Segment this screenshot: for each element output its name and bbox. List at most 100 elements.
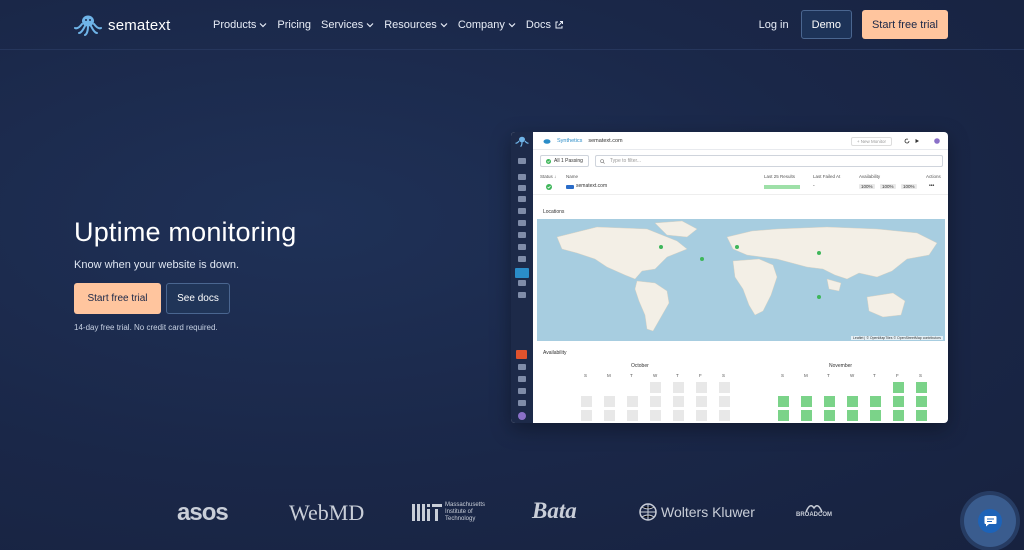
- monitor-name[interactable]: sematext.com: [576, 183, 607, 189]
- filter-input[interactable]: Type to filter...: [594, 155, 943, 167]
- world-map: [556, 220, 938, 332]
- play-icon[interactable]: [914, 138, 920, 144]
- location-marker: [735, 245, 739, 249]
- cloud-icon: [543, 138, 551, 144]
- help-icon[interactable]: [934, 138, 940, 144]
- calendar-day-cell[interactable]: [893, 410, 904, 421]
- calendar-day-cell[interactable]: [870, 396, 881, 407]
- mit-name: Massachusetts Institute of Technology: [445, 502, 486, 522]
- calendar-day-cell[interactable]: [916, 382, 927, 393]
- calendar-day-cell[interactable]: [581, 410, 592, 421]
- new-monitor-button[interactable]: + New Monitor: [850, 137, 892, 146]
- calendar-day-cell[interactable]: [650, 396, 661, 407]
- see-docs-button[interactable]: See docs: [166, 283, 230, 314]
- sidebar-nav-icon[interactable]: [518, 185, 526, 191]
- calendar-day-cell[interactable]: [696, 410, 707, 421]
- chat-icon: [984, 516, 996, 527]
- table-row[interactable]: sematext.com - 100% 100% 100% •••: [533, 182, 948, 195]
- sidebar-bottom-icon[interactable]: [518, 388, 526, 394]
- sidebar-nav-icon[interactable]: [518, 232, 526, 238]
- calendar-day-cell[interactable]: [719, 382, 730, 393]
- col-status[interactable]: Status ↓: [540, 174, 556, 179]
- calendar-day-cell[interactable]: [673, 410, 684, 421]
- calendar-day-cell[interactable]: [719, 396, 730, 407]
- calendar-day-cell[interactable]: [650, 410, 661, 421]
- sidebar-nav-icon[interactable]: [518, 220, 526, 226]
- nav-pricing[interactable]: Pricing: [277, 19, 311, 31]
- calendar-day-cell[interactable]: [824, 410, 835, 421]
- row-actions-menu[interactable]: •••: [929, 183, 934, 189]
- sidebar-nav-icon[interactable]: [518, 280, 526, 286]
- wolters-globe-icon: [639, 503, 657, 521]
- nav-company[interactable]: Company: [458, 19, 516, 31]
- calendar-day-of-week: F: [896, 373, 899, 378]
- availability-label: Availability: [543, 350, 567, 356]
- calendar-day-cell[interactable]: [801, 410, 812, 421]
- login-link[interactable]: Log in: [759, 19, 789, 31]
- chat-widget-button[interactable]: [964, 495, 1016, 547]
- logo-wolters-kluwer: Wolters Kluwer: [639, 503, 755, 521]
- sidebar-nav-icon[interactable]: [515, 268, 529, 278]
- sidebar-nav-icon[interactable]: [518, 292, 526, 298]
- calendar-day-cell[interactable]: [696, 396, 707, 407]
- calendar-day-cell[interactable]: [581, 396, 592, 407]
- calendar-day-cell[interactable]: [893, 382, 904, 393]
- breadcrumb-site: sematext.com: [588, 137, 623, 144]
- sidebar-nav-icon[interactable]: [518, 256, 526, 262]
- calendar-day-cell[interactable]: [870, 410, 881, 421]
- nav-pricing-label: Pricing: [277, 19, 312, 31]
- sidebar-nav-icon[interactable]: [518, 208, 526, 214]
- calendar-day-cell[interactable]: [801, 396, 812, 407]
- breadcrumb-app[interactable]: Synthetics: [557, 138, 582, 144]
- results-bar: [764, 185, 800, 189]
- calendar-day-cell[interactable]: [604, 410, 615, 421]
- calendar-day-cell[interactable]: [778, 396, 789, 407]
- brand-logo[interactable]: sematext: [74, 14, 170, 36]
- sidebar-bottom-icon[interactable]: [518, 376, 526, 382]
- filter-placeholder: Type to filter...: [609, 158, 642, 164]
- search-icon: [600, 159, 605, 164]
- hero-start-trial-button[interactable]: Start free trial: [74, 283, 161, 314]
- location-marker: [700, 257, 704, 261]
- calendar-day-cell[interactable]: [627, 410, 638, 421]
- map-attribution[interactable]: Leaflet | © OpenMapTiles © OpenStreetMap…: [850, 336, 943, 340]
- calendar-day-cell[interactable]: [604, 396, 615, 407]
- sidebar-nav-icon[interactable]: [518, 174, 526, 180]
- calendar-day-cell[interactable]: [916, 410, 927, 421]
- octopus-logo-icon: [74, 15, 102, 36]
- calendar-day-cell[interactable]: [719, 410, 730, 421]
- calendar-day-cell[interactable]: [696, 382, 707, 393]
- sidebar-bottom-icon[interactable]: [516, 350, 527, 359]
- sidebar-nav-icon[interactable]: [518, 196, 526, 202]
- calendar-day-cell[interactable]: [847, 410, 858, 421]
- check-circle-icon: [546, 184, 552, 190]
- demo-button[interactable]: Demo: [800, 10, 852, 39]
- nav-products[interactable]: Products: [213, 19, 267, 31]
- sidebar-bottom-icon[interactable]: [518, 412, 526, 420]
- col-name[interactable]: Name: [566, 174, 578, 179]
- sidebar-nav-icon[interactable]: [518, 158, 526, 164]
- nav-start-trial-button[interactable]: Start free trial: [861, 10, 948, 39]
- calendar-day-cell[interactable]: [673, 382, 684, 393]
- calendar-day-cell[interactable]: [673, 396, 684, 407]
- calendar-day-cell[interactable]: [824, 396, 835, 407]
- nav-resources[interactable]: Resources: [384, 19, 448, 31]
- hero-subtitle: Know when your website is down.: [74, 259, 240, 271]
- nav-services[interactable]: Services: [321, 19, 374, 31]
- calendar-day-cell[interactable]: [916, 396, 927, 407]
- refresh-icon[interactable]: [904, 138, 910, 144]
- calendar-day-cell[interactable]: [847, 396, 858, 407]
- calendar-day-cell[interactable]: [778, 410, 789, 421]
- calendar-day-of-week: T: [873, 373, 876, 378]
- sidebar-bottom-icon[interactable]: [518, 364, 526, 370]
- calendar-day-cell[interactable]: [893, 396, 904, 407]
- calendar-day-cell[interactable]: [627, 396, 638, 407]
- sidebar-nav-icon[interactable]: [518, 244, 526, 250]
- nav-docs[interactable]: Docs: [526, 19, 564, 31]
- sidebar-bottom-icon[interactable]: [518, 400, 526, 406]
- calendar-day-of-week: S: [919, 373, 923, 378]
- passing-filter-pill[interactable]: All 1 Passing: [540, 155, 589, 167]
- calendar-day-cell[interactable]: [650, 382, 661, 393]
- locations-map[interactable]: Leaflet | © OpenMapTiles © OpenStreetMap…: [537, 219, 945, 341]
- chevron-down-icon: [440, 23, 448, 28]
